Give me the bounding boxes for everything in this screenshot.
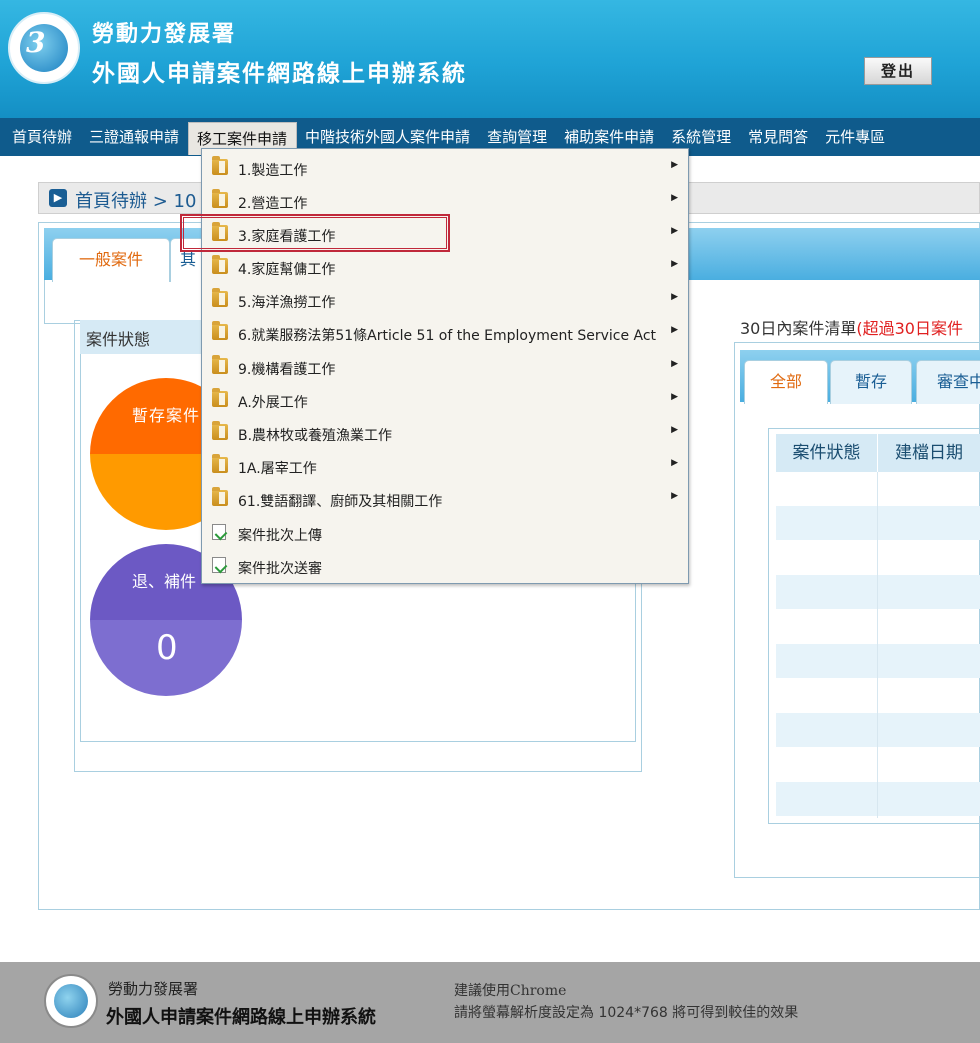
table-row (776, 506, 980, 540)
menu-item-domestic-helper[interactable]: 4.家庭幫傭工作 ▶ (202, 251, 688, 284)
recent-cases-warning: (超過30日案件 (856, 319, 963, 338)
footer-browser-note: 建議使用Chrome (454, 983, 567, 999)
logout-button[interactable]: 登出 (864, 57, 932, 85)
nav-item-three-cert[interactable]: 三證通報申請 (81, 118, 188, 156)
agency-logo: 3 (8, 12, 80, 84)
menu-item-institutional-caregiver[interactable]: 9.機構看護工作 ▶ (202, 351, 688, 384)
table-row (776, 713, 980, 747)
chevron-right-icon: ▶ (49, 189, 67, 207)
table-row (776, 782, 980, 816)
submenu-arrow-icon: ▶ (671, 226, 678, 236)
submenu-arrow-icon: ▶ (671, 425, 678, 435)
menu-item-label: 9.機構看護工作 (238, 362, 336, 378)
org-name: 勞動力發展署 (92, 22, 237, 47)
column-divider (877, 472, 878, 818)
menu-item-label: A.外展工作 (238, 395, 308, 411)
folder-icon (212, 156, 228, 175)
folder-icon (212, 321, 228, 340)
tab-draft[interactable]: 暫存 (830, 360, 912, 404)
menu-item-batch-submit[interactable]: 案件批次送審 (202, 550, 688, 583)
returned-cases-count: 0 (156, 628, 178, 668)
menu-item-label: 案件批次上傳 (238, 528, 322, 544)
folder-icon (212, 421, 228, 440)
submenu-arrow-icon: ▶ (671, 359, 678, 369)
nav-item-faq[interactable]: 常見問答 (740, 118, 817, 156)
submenu-arrow-icon: ▶ (671, 491, 678, 501)
recent-cases-title: 30日內案件清單(超過30日案件 (740, 315, 963, 339)
menu-item-agriculture[interactable]: B.農林牧或養殖漁業工作 ▶ (202, 417, 688, 450)
folder-icon (212, 388, 228, 407)
footer-logo (44, 974, 98, 1028)
recent-cases-title-text: 30日內案件清單 (740, 319, 857, 338)
header-banner: 3 勞動力發展署 外國人申請案件網路線上申辦系統 登出 (0, 0, 980, 118)
system-name: 外國人申請案件網路線上申辦系統 (92, 61, 467, 87)
menu-item-article-51[interactable]: 6.就業服務法第51條Article 51 of the Employment … (202, 317, 688, 350)
submenu-arrow-icon: ▶ (671, 325, 678, 335)
nav-item-home-todo[interactable]: 首頁待辦 (4, 118, 81, 156)
tab-all[interactable]: 全部 (744, 360, 828, 404)
folder-icon (212, 487, 228, 506)
menu-item-manufacturing[interactable]: 1.製造工作 ▶ (202, 152, 688, 185)
submenu-arrow-icon: ▶ (671, 292, 678, 302)
menu-item-label: B.農林牧或養殖漁業工作 (238, 428, 393, 444)
breadcrumb-text[interactable]: 首頁待辦 > 10 (75, 187, 196, 213)
menu-item-label: 1A.屠宰工作 (238, 461, 317, 477)
folder-icon (212, 355, 228, 374)
menu-item-fishing[interactable]: 5.海洋漁撈工作 ▶ (202, 284, 688, 317)
menu-item-label: 1.製造工作 (238, 163, 308, 179)
footer-resolution-note: 請將螢幕解析度設定為 1024*768 將可得到較佳的效果 (454, 1005, 799, 1021)
menu-item-label: 61.雙語翻譯、廚師及其相關工作 (238, 494, 443, 510)
menu-item-label: 4.家庭幫傭工作 (238, 262, 336, 278)
menu-item-translation-chef[interactable]: 61.雙語翻譯、廚師及其相關工作 ▶ (202, 483, 688, 516)
table-row (776, 575, 980, 609)
menu-item-label: 2.營造工作 (238, 196, 308, 212)
column-header-created-date[interactable]: 建檔日期 (878, 434, 980, 472)
folder-icon (212, 255, 228, 274)
column-header-status[interactable]: 案件狀態 (776, 434, 878, 472)
submenu-arrow-icon: ▶ (671, 458, 678, 468)
case-status-title: 案件狀態 (86, 330, 151, 349)
tab-body (44, 280, 204, 324)
returned-cases-label: 退、補件 (132, 572, 197, 591)
tab-under-review[interactable]: 審查中 (916, 360, 980, 404)
submenu-arrow-icon: ▶ (671, 392, 678, 402)
menu-item-slaughter[interactable]: 1A.屠宰工作 ▶ (202, 450, 688, 483)
highlight-box (180, 214, 450, 252)
footer-org-name: 勞動力發展署 (108, 980, 199, 998)
folder-icon (212, 189, 228, 208)
menu-item-label: 6.就業服務法第51條Article 51 of the Employment … (238, 328, 657, 344)
submenu-arrow-icon: ▶ (671, 259, 678, 269)
menu-item-label: 案件批次送審 (238, 561, 322, 577)
document-icon (212, 524, 226, 540)
menu-item-batch-upload[interactable]: 案件批次上傳 (202, 517, 688, 550)
table-row (776, 644, 980, 678)
nav-item-components[interactable]: 元件專區 (817, 118, 894, 156)
folder-icon (212, 454, 228, 473)
submenu-arrow-icon: ▶ (671, 160, 678, 170)
draft-cases-label: 暫存案件 (132, 406, 201, 425)
folder-icon (212, 288, 228, 307)
menu-item-label: 5.海洋漁撈工作 (238, 295, 336, 311)
recent-cases-table (768, 428, 980, 824)
footer-system-name: 外國人申請案件網路線上申辦系統 (106, 1007, 376, 1028)
document-icon (212, 557, 226, 573)
tab-general-cases[interactable]: 一般案件 (52, 238, 170, 282)
submenu-arrow-icon: ▶ (671, 193, 678, 203)
menu-item-outreach[interactable]: A.外展工作 ▶ (202, 384, 688, 417)
